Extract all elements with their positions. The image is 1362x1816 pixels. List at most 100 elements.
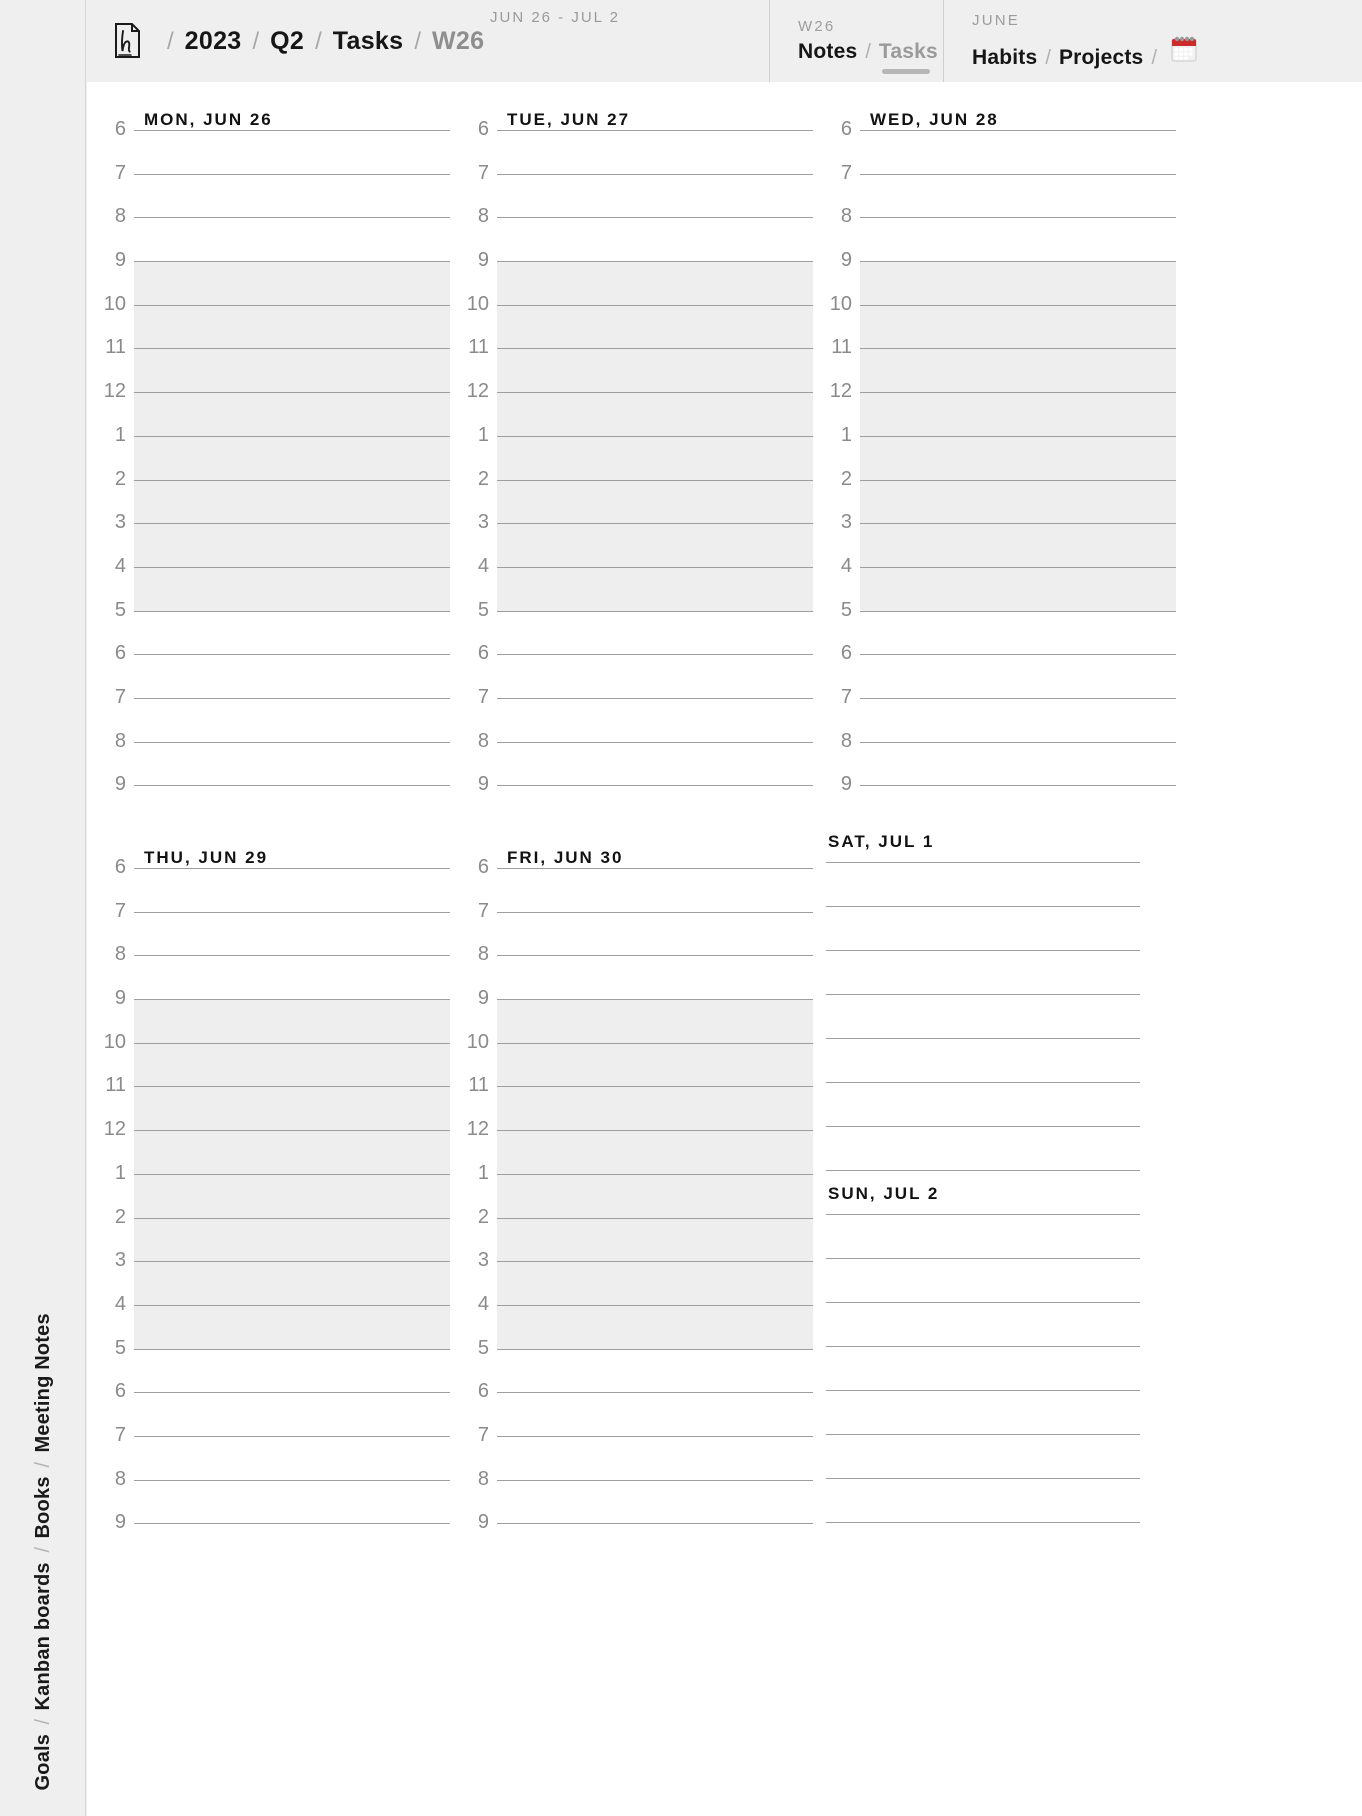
hour-row[interactable]: 3 <box>96 512 450 567</box>
hour-row[interactable]: 7 <box>459 687 813 742</box>
hour-row[interactable]: 6 <box>96 857 450 912</box>
breadcrumb-item-week[interactable]: W26 <box>432 28 484 54</box>
day-column-wed[interactable]: WED, JUN 28 6 7 8 9 10 11 12 1 2 3 4 5 6 7 8 9 <box>822 82 1176 820</box>
hour-row[interactable]: 7 <box>459 1425 813 1480</box>
ruled-line[interactable] <box>826 1478 1140 1479</box>
hour-row[interactable]: 7 <box>459 163 813 218</box>
ruled-line[interactable] <box>826 1214 1140 1215</box>
hour-row[interactable]: 6 <box>822 643 1176 698</box>
hour-row[interactable]: 8 <box>459 731 813 786</box>
sidebar-item-kanban-boards[interactable]: Kanban boards <box>32 1561 55 1709</box>
hour-row[interactable]: 8 <box>96 206 450 261</box>
hour-row[interactable]: 7 <box>96 163 450 218</box>
hour-row[interactable]: 8 <box>459 206 813 261</box>
day-column-mon[interactable]: MON, JUN 26 6 7 8 9 10 11 12 1 2 3 4 5 6 7 8 9 <box>96 82 450 820</box>
hour-row[interactable]: 2 <box>96 469 450 524</box>
hour-row[interactable]: 3 <box>459 1250 813 1305</box>
hour-row[interactable]: 11 <box>96 1075 450 1130</box>
sidebar-item-books[interactable]: Books <box>32 1476 55 1538</box>
breadcrumb-item-year[interactable]: 2023 <box>185 28 242 54</box>
hour-row[interactable]: 11 <box>96 337 450 392</box>
hour-row[interactable]: 12 <box>96 1119 450 1174</box>
hour-row[interactable]: 7 <box>822 687 1176 742</box>
hour-row[interactable]: 1 <box>459 1163 813 1218</box>
time-grid-mon[interactable]: 6 7 8 9 10 11 12 1 2 3 4 5 6 7 8 9 <box>96 119 450 829</box>
hour-row[interactable]: 10 <box>459 294 813 349</box>
hour-row[interactable]: 3 <box>822 512 1176 567</box>
ruled-line[interactable] <box>826 1170 1140 1171</box>
hour-row[interactable]: 5 <box>96 1338 450 1393</box>
day-column-thu[interactable]: THU, JUN 29 6 7 8 9 10 11 12 1 2 3 4 5 6 7 8 9 <box>96 820 450 1558</box>
tab-notes[interactable]: Notes <box>798 40 857 64</box>
hour-row[interactable]: 9 <box>459 988 813 1043</box>
hour-row[interactable]: 11 <box>459 337 813 392</box>
hour-row[interactable]: 9 <box>96 1512 450 1567</box>
hour-row[interactable]: 4 <box>822 556 1176 611</box>
ruled-line[interactable] <box>826 1522 1140 1523</box>
hour-row[interactable]: 6 <box>459 857 813 912</box>
hour-row[interactable]: 9 <box>96 250 450 305</box>
ruled-line[interactable] <box>826 906 1140 907</box>
hour-row[interactable]: 6 <box>96 119 450 174</box>
sidebar-item-goals[interactable]: Goals <box>32 1733 55 1790</box>
link-habits[interactable]: Habits <box>972 46 1037 70</box>
hour-row[interactable]: 5 <box>459 1338 813 1393</box>
hour-row[interactable]: 6 <box>459 643 813 698</box>
hour-row[interactable]: 5 <box>822 600 1176 655</box>
ruled-line[interactable] <box>826 1434 1140 1435</box>
hour-row[interactable]: 7 <box>96 1425 450 1480</box>
hour-row[interactable]: 1 <box>459 425 813 480</box>
ruled-line[interactable] <box>826 1126 1140 1127</box>
sidebar-item-meeting-notes[interactable]: Meeting Notes <box>32 1313 55 1452</box>
hour-row[interactable]: 1 <box>96 1163 450 1218</box>
hour-row[interactable]: 12 <box>459 1119 813 1174</box>
ruled-line[interactable] <box>826 994 1140 995</box>
hour-row[interactable]: 8 <box>96 944 450 999</box>
hour-row[interactable]: 10 <box>459 1032 813 1087</box>
hour-row[interactable]: 9 <box>822 250 1176 305</box>
hour-row[interactable]: 8 <box>822 206 1176 261</box>
ruled-line[interactable] <box>826 1038 1140 1039</box>
hour-row[interactable]: 4 <box>459 556 813 611</box>
hour-row[interactable]: 2 <box>96 1207 450 1262</box>
hour-row[interactable]: 7 <box>822 163 1176 218</box>
hour-row[interactable]: 6 <box>96 643 450 698</box>
hour-row[interactable]: 8 <box>96 1469 450 1524</box>
hour-row[interactable]: 8 <box>459 1469 813 1524</box>
hour-row[interactable]: 11 <box>459 1075 813 1130</box>
hour-row[interactable]: 10 <box>822 294 1176 349</box>
hour-row[interactable]: 8 <box>822 731 1176 786</box>
ruled-line[interactable] <box>826 862 1140 863</box>
hour-row[interactable]: 7 <box>459 901 813 956</box>
breadcrumb-item-tasks[interactable]: Tasks <box>333 28 404 54</box>
hour-row[interactable]: 2 <box>459 469 813 524</box>
hour-row[interactable]: 9 <box>459 1512 813 1567</box>
hour-row[interactable]: 6 <box>459 1381 813 1436</box>
ruled-line[interactable] <box>826 1346 1140 1347</box>
hour-row[interactable]: 12 <box>822 381 1176 436</box>
hour-row[interactable]: 7 <box>96 687 450 742</box>
hour-row[interactable]: 2 <box>459 1207 813 1262</box>
hour-row[interactable]: 4 <box>459 1294 813 1349</box>
day-column-weekend[interactable]: SAT, JUL 1 SUN, JUL 2 <box>822 820 1176 1558</box>
hour-row[interactable]: 5 <box>459 600 813 655</box>
hour-row[interactable]: 12 <box>96 381 450 436</box>
time-grid-tue[interactable]: 6 7 8 9 10 11 12 1 2 3 4 5 6 7 8 9 <box>459 119 813 829</box>
hour-row[interactable]: 8 <box>459 944 813 999</box>
time-grid-fri[interactable]: 6 7 8 9 10 11 12 1 2 3 4 5 6 7 8 9 <box>459 857 813 1567</box>
time-grid-thu[interactable]: 6 7 8 9 10 11 12 1 2 3 4 5 6 7 8 9 <box>96 857 450 1567</box>
day-column-fri[interactable]: FRI, JUN 30 6 7 8 9 10 11 12 1 2 3 4 5 6 7 8 9 <box>459 820 813 1558</box>
ruled-line[interactable] <box>826 950 1140 951</box>
link-projects[interactable]: Projects <box>1059 46 1143 70</box>
hour-row[interactable]: 6 <box>96 1381 450 1436</box>
hour-row[interactable]: 8 <box>96 731 450 786</box>
hour-row[interactable]: 6 <box>822 119 1176 174</box>
hour-row[interactable]: 1 <box>822 425 1176 480</box>
handwritten-page-icon[interactable] <box>112 22 142 60</box>
hour-row[interactable]: 3 <box>459 512 813 567</box>
ruled-line[interactable] <box>826 1258 1140 1259</box>
hour-row[interactable]: 9 <box>459 250 813 305</box>
ruled-line[interactable] <box>826 1082 1140 1083</box>
hour-row[interactable]: 11 <box>822 337 1176 392</box>
day-column-tue[interactable]: TUE, JUN 27 6 7 8 9 10 11 12 1 2 3 4 5 6 7 8 9 <box>459 82 813 820</box>
